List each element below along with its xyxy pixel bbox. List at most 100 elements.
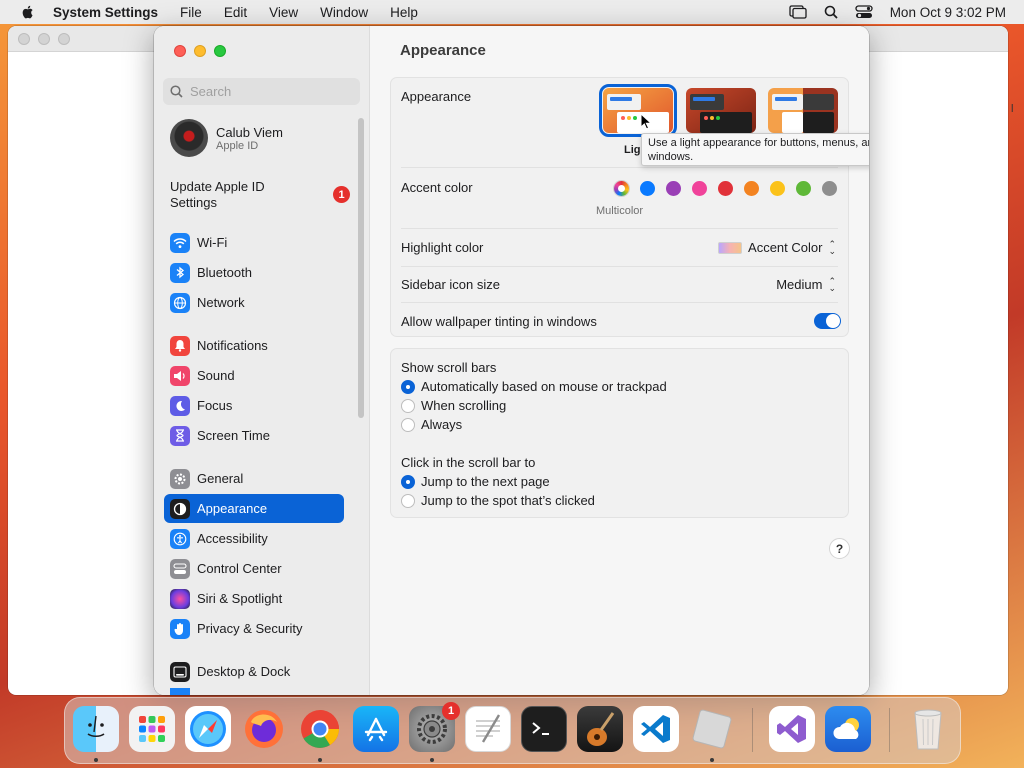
bg-close-button[interactable] [18, 33, 30, 45]
accent-orange[interactable] [744, 181, 759, 196]
minimize-button[interactable] [194, 45, 206, 57]
control-center-icon[interactable] [855, 5, 873, 19]
highlight-swatch [718, 241, 743, 254]
update-apple-id-settings[interactable]: Update Apple ID Settings 1 [170, 179, 350, 211]
appearance-settings-group: Appearance Ligl Accent color Multicolor … [390, 77, 849, 337]
dock-safari-icon[interactable] [185, 706, 231, 752]
click-scroll-bar-label: Click in the scroll bar to [401, 455, 536, 470]
sidebar-item-desktop-dock[interactable]: Desktop & Dock [164, 657, 344, 686]
sidebar-item-siri-spotlight[interactable]: Siri & Spotlight [164, 584, 344, 613]
sidebar-item-accessibility[interactable]: Accessibility [164, 524, 344, 553]
menu-app-name[interactable]: System Settings [53, 5, 158, 20]
menu-file[interactable]: File [180, 5, 202, 20]
menu-edit[interactable]: Edit [224, 5, 247, 20]
dock-chrome-icon[interactable] [297, 706, 343, 752]
bg-minimize-button[interactable] [38, 33, 50, 45]
radio-scroll-auto[interactable] [401, 380, 415, 394]
appearance-dark-option[interactable] [686, 88, 756, 133]
appearance-icon [170, 498, 190, 519]
apple-id-account[interactable]: Calub Viem Apple ID [170, 119, 283, 157]
sidebar-scrollbar[interactable] [358, 118, 364, 418]
sidebar-item-label: Network [197, 295, 245, 310]
sidebar-item-screen-time[interactable]: Screen Time [164, 421, 344, 450]
mouse-cursor-icon [640, 113, 652, 130]
sidebar-item-label: Appearance [197, 501, 268, 516]
sidebar-item-appearance[interactable]: Appearance [164, 494, 344, 523]
wallpaper-tinting-toggle[interactable] [814, 313, 841, 329]
dock-app-store-icon[interactable] [353, 706, 399, 752]
hourglass-icon [170, 425, 190, 446]
accent-purple[interactable] [666, 181, 681, 196]
dock-garageband-icon[interactable] [577, 706, 623, 752]
appearance-light-option[interactable] [599, 84, 677, 137]
wifi-icon [170, 232, 190, 253]
dock-weather-icon[interactable] [825, 706, 871, 752]
sidebar-item-label: Control Center [197, 561, 282, 576]
bg-zoom-button[interactable] [58, 33, 70, 45]
accent-multicolor[interactable] [614, 181, 629, 196]
chevron-updown-icon: ⌃ ⌄ [828, 238, 836, 256]
radio-jump-next-page-label: Jump to the next page [421, 474, 550, 489]
sidebar-icon-size-popup[interactable]: Medium ⌃ ⌄ [776, 276, 836, 292]
sidebar-item-bluetooth[interactable]: Bluetooth [164, 258, 344, 287]
radio-scroll-when-scrolling[interactable] [401, 399, 415, 413]
sidebar-item-general[interactable]: General [164, 464, 344, 493]
radio-scroll-always[interactable] [401, 418, 415, 432]
close-button[interactable] [174, 45, 186, 57]
accent-yellow[interactable] [770, 181, 785, 196]
menu-window[interactable]: Window [320, 5, 368, 20]
divider [401, 302, 838, 303]
accent-green[interactable] [796, 181, 811, 196]
bell-icon [170, 335, 190, 356]
sidebar-item-network[interactable]: Network [164, 288, 344, 317]
accent-blue[interactable] [640, 181, 655, 196]
appearance-auto-option[interactable] [768, 88, 838, 133]
dock-finder-icon[interactable] [73, 706, 119, 752]
screen-mirroring-icon[interactable] [789, 5, 807, 19]
menu-view[interactable]: View [269, 5, 298, 20]
accent-caption: Multicolor [596, 205, 644, 217]
appearance-pane: Appearance Appearance Ligl Accent color … [371, 26, 869, 695]
dock-vscode-icon[interactable] [633, 706, 679, 752]
dock-roblox-icon[interactable] [689, 706, 735, 752]
menu-clock[interactable]: Mon Oct 9 3:02 PM [890, 5, 1006, 20]
sidebar-item-label: Focus [197, 398, 233, 413]
dock-running-indicator [94, 758, 98, 762]
sidebar-item-sound[interactable]: Sound [164, 361, 344, 390]
wallpaper-tinting-label: Allow wallpaper tinting in windows [401, 314, 597, 329]
bluetooth-icon [170, 262, 190, 283]
sidebar-item-control-center[interactable]: Control Center [164, 554, 344, 583]
zoom-button[interactable] [214, 45, 226, 57]
dock-firefox-icon[interactable] [241, 706, 287, 752]
gear-icon [170, 468, 190, 489]
radio-jump-next-page[interactable] [401, 475, 415, 489]
sidebar-item-wifi[interactable]: Wi-Fi [164, 228, 344, 257]
accent-pink[interactable] [692, 181, 707, 196]
sidebar-item-focus[interactable]: Focus [164, 391, 344, 420]
dock-terminal-icon[interactable] [521, 706, 567, 752]
dock-separator [752, 708, 753, 752]
account-subtitle: Apple ID [216, 139, 259, 152]
help-button[interactable]: ? [829, 538, 850, 559]
spotlight-search-icon[interactable] [824, 5, 838, 19]
dock-launchpad-icon[interactable] [129, 706, 175, 752]
accent-red[interactable] [718, 181, 733, 196]
dock-visual-studio-icon[interactable] [769, 706, 815, 752]
search-field[interactable]: Search [163, 78, 360, 105]
dock-trash-icon[interactable] [905, 706, 951, 752]
accent-graphite[interactable] [822, 181, 837, 196]
divider [401, 167, 838, 168]
avatar [170, 119, 208, 157]
apple-menu-icon[interactable] [20, 4, 36, 20]
dock-textedit-icon[interactable] [465, 706, 511, 752]
highlight-color-popup[interactable]: Accent Color ⌃ ⌄ [718, 238, 836, 256]
sidebar-item-label: Siri & Spotlight [197, 591, 283, 606]
menu-help[interactable]: Help [390, 5, 418, 20]
icon-size-value: Medium [776, 277, 823, 292]
update-label: Update Apple ID Settings [170, 179, 265, 210]
sidebar-item-notifications[interactable]: Notifications [164, 331, 344, 360]
sidebar-item-privacy-security[interactable]: Privacy & Security [164, 614, 344, 643]
dock-running-indicator [430, 758, 434, 762]
radio-jump-spot-clicked[interactable] [401, 494, 415, 508]
sidebar-icon-size-label: Sidebar icon size [401, 277, 500, 292]
